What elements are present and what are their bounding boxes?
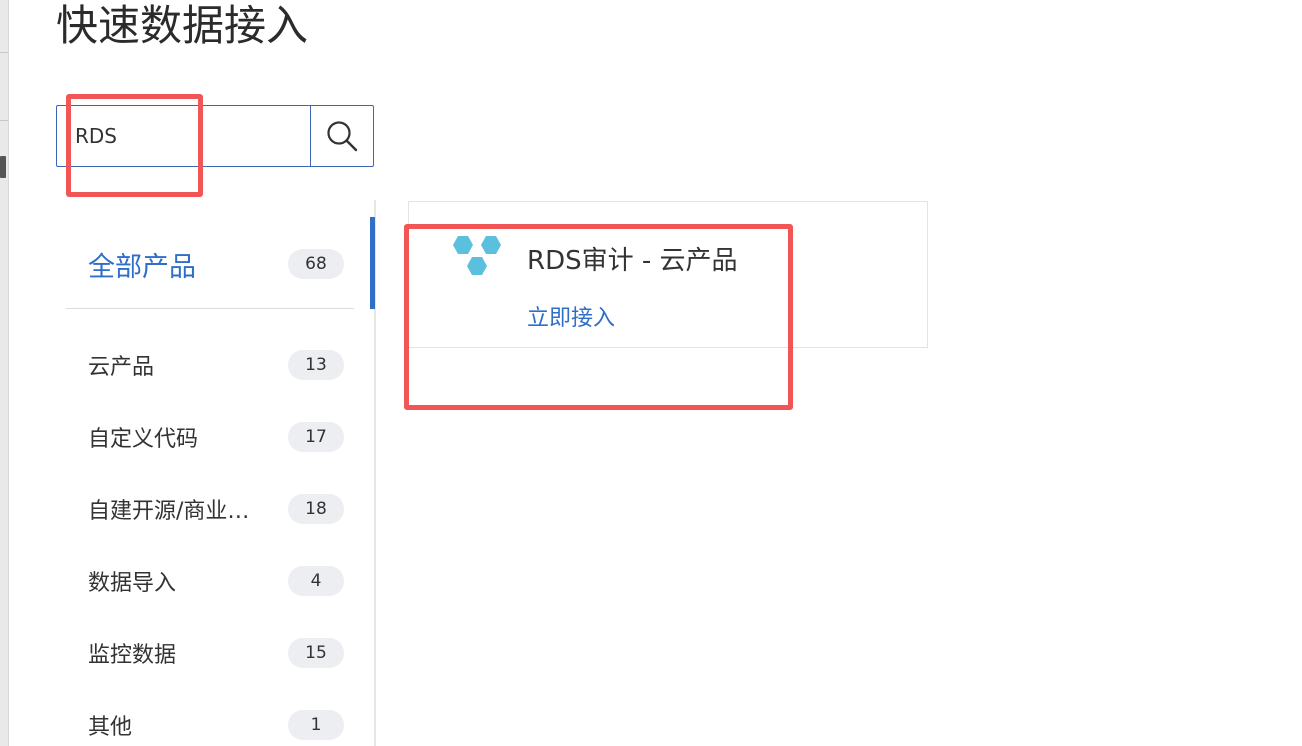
- category-label: 其他: [88, 715, 133, 740]
- count-badge: 18: [288, 494, 344, 524]
- hexagon-cluster-icon: [453, 236, 501, 275]
- search-input[interactable]: [57, 106, 310, 166]
- category-cloud-products[interactable]: 云产品 13: [66, 329, 354, 401]
- category-label: 监控数据: [88, 643, 177, 668]
- category-label: 全部产品: [88, 251, 196, 283]
- search-icon: [327, 121, 358, 152]
- quick-data-import-drawer: 快速数据接入 全部产品 68 云产品 13 自定义代码 17 自建开源/商业… …: [0, 0, 1302, 746]
- category-label: 云产品: [88, 355, 155, 380]
- active-category-indicator: [370, 217, 375, 309]
- result-card[interactable]: RDS审计 - 云产品 立即接入: [408, 201, 928, 348]
- count-badge: 1: [288, 710, 344, 740]
- count-badge: 17: [288, 422, 344, 452]
- page-title: 快速数据接入: [56, 1, 309, 50]
- category-label: 自定义代码: [88, 427, 199, 452]
- category-monitoring-data[interactable]: 监控数据 15: [66, 617, 354, 689]
- sidebar-scroll-track: [370, 200, 376, 746]
- category-all-products[interactable]: 全部产品 68: [66, 232, 354, 296]
- background-page-edge: [0, 0, 9, 746]
- result-title: RDS审计 - 云产品: [527, 246, 738, 276]
- category-custom-code[interactable]: 自定义代码 17: [66, 401, 354, 473]
- count-badge: 15: [288, 638, 344, 668]
- category-other[interactable]: 其他 1: [66, 689, 354, 746]
- category-label: 数据导入: [88, 571, 177, 596]
- count-badge: 4: [288, 566, 344, 596]
- category-self-hosted[interactable]: 自建开源/商业… 18: [66, 473, 354, 545]
- count-badge: 68: [288, 249, 344, 279]
- category-divider: [66, 308, 354, 309]
- search-box: [56, 105, 374, 167]
- category-label: 自建开源/商业…: [88, 499, 250, 524]
- category-sidebar: 全部产品 68 云产品 13 自定义代码 17 自建开源/商业… 18 数据导入…: [66, 232, 354, 746]
- connect-now-link[interactable]: 立即接入: [527, 300, 615, 332]
- category-data-import[interactable]: 数据导入 4: [66, 545, 354, 617]
- count-badge: 13: [288, 350, 344, 380]
- search-button[interactable]: [310, 106, 373, 166]
